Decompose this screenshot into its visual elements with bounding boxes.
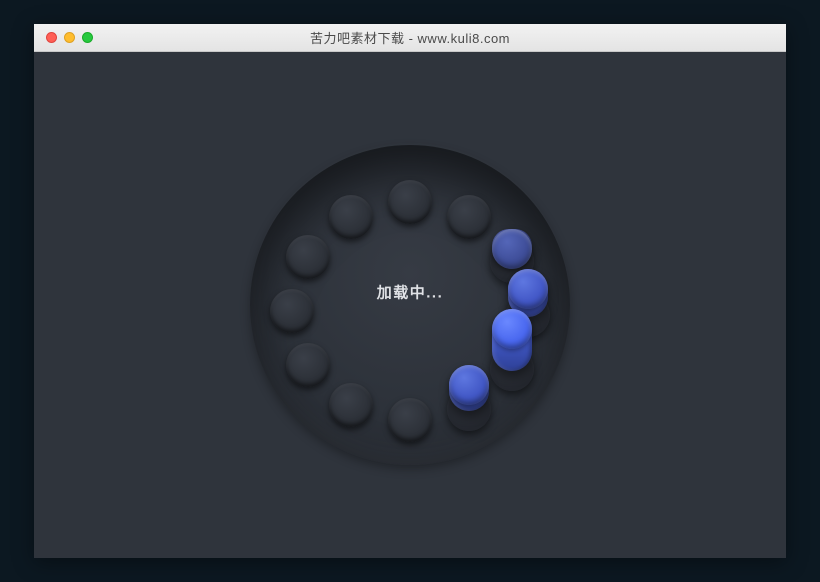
browser-window: 苦力吧素材下载 - www.kuli8.com 加载中... [34, 24, 786, 558]
loading-peg [286, 343, 330, 387]
loading-peg [270, 289, 314, 333]
loading-peg-active [447, 383, 491, 427]
maximize-window-button[interactable] [82, 32, 93, 43]
page-content: 加载中... [34, 52, 786, 558]
loading-peg [388, 398, 432, 442]
minimize-window-button[interactable] [64, 32, 75, 43]
loading-spinner: 加载中... [250, 145, 570, 465]
loading-peg [329, 195, 373, 239]
loading-peg [447, 195, 491, 239]
loading-peg [388, 180, 432, 224]
loading-label: 加载中... [377, 282, 444, 303]
window-controls [34, 32, 93, 43]
loading-peg [286, 235, 330, 279]
loading-peg [329, 383, 373, 427]
window-title: 苦力吧素材下载 - www.kuli8.com [34, 28, 786, 47]
close-window-button[interactable] [46, 32, 57, 43]
loading-peg-active [490, 343, 534, 387]
window-titlebar: 苦力吧素材下载 - www.kuli8.com [34, 24, 786, 52]
